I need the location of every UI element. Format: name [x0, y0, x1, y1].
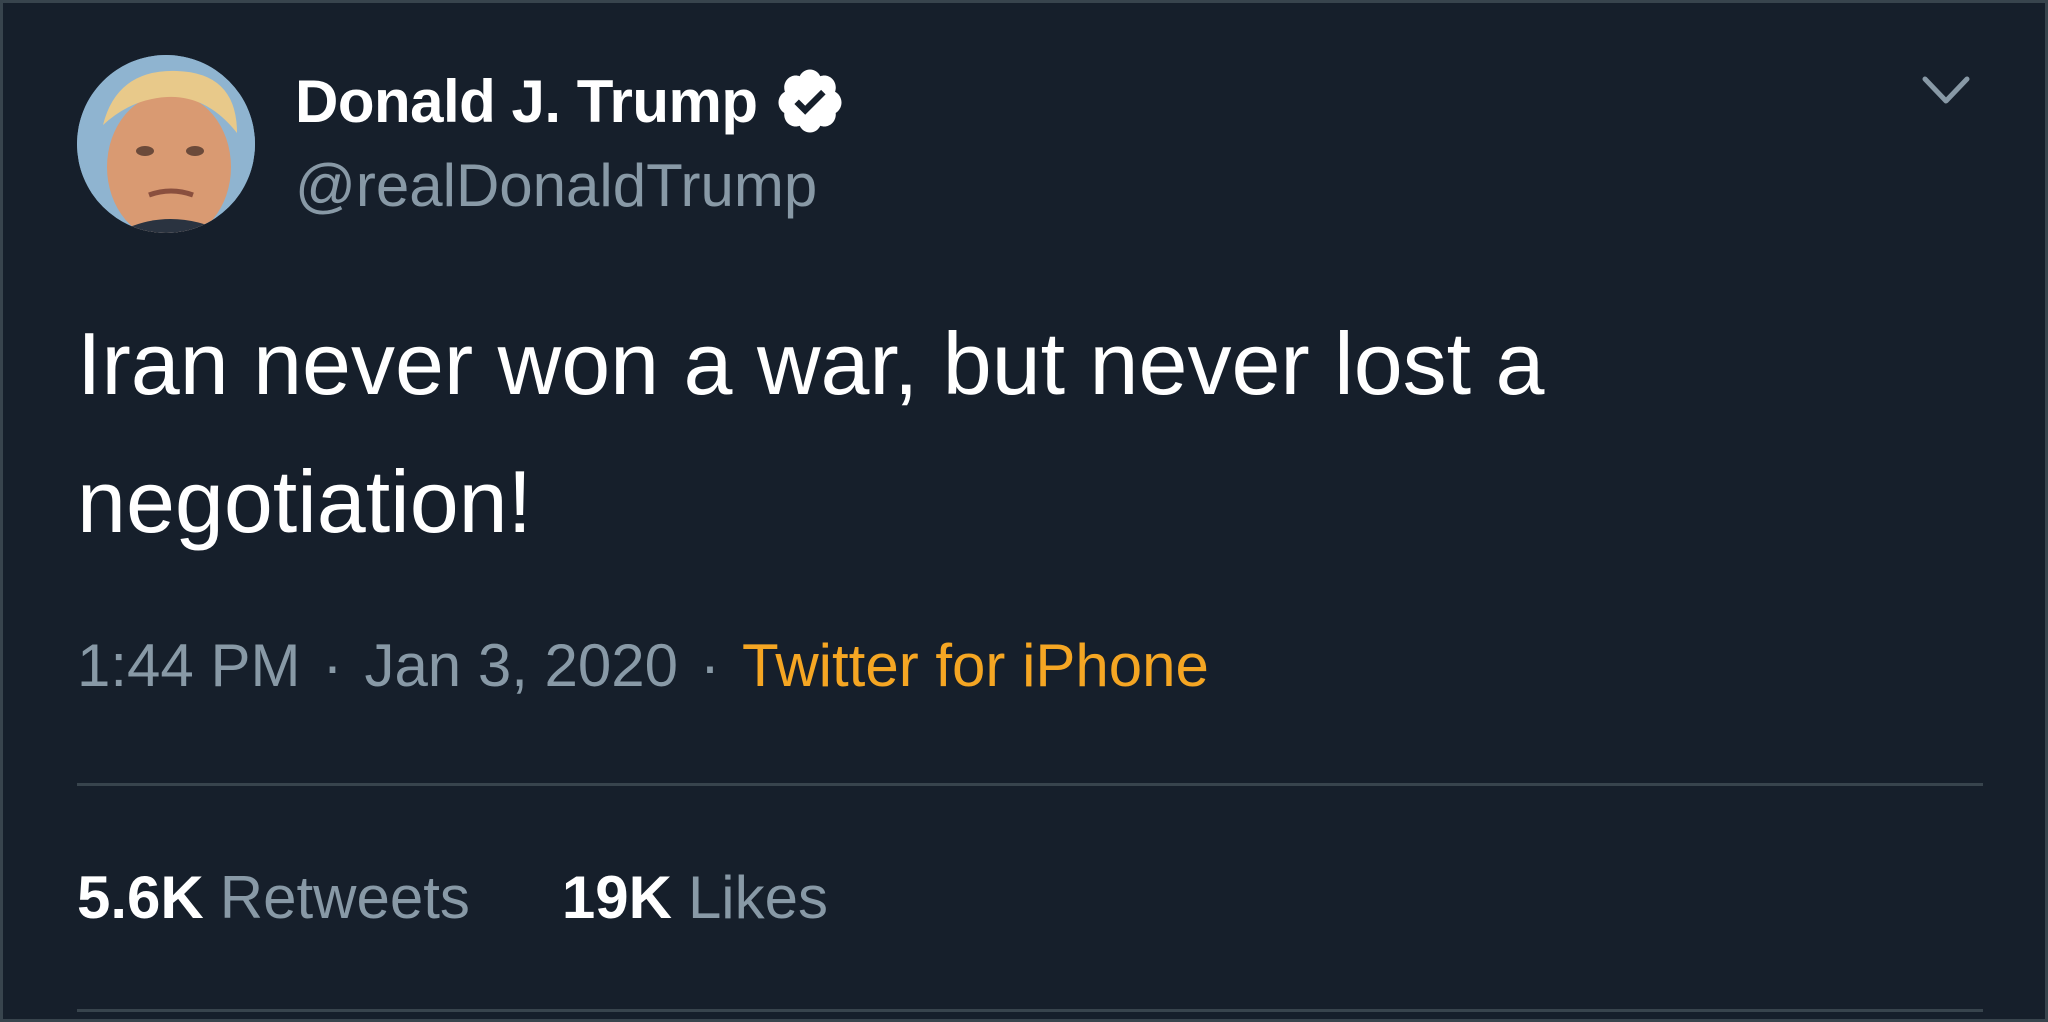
likes-count: 19K: [561, 864, 672, 931]
chevron-down-icon[interactable]: [1913, 63, 1979, 117]
tweet-text: Iran never won a war, but never lost a n…: [77, 314, 1545, 551]
tweet-card: Donald J. Trump @realDonaldTrump Iran ne…: [0, 0, 2048, 1022]
verified-badge-icon: [778, 69, 842, 133]
retweets-label: Retweets: [219, 864, 470, 931]
tweet-date[interactable]: Jan 3, 2020: [364, 631, 678, 700]
author-name-row: Donald J. Trump: [295, 61, 846, 141]
user-handle[interactable]: @realDonaldTrump: [295, 151, 817, 220]
tweet-time[interactable]: 1:44 PM: [77, 631, 300, 700]
likes-label: Likes: [687, 864, 829, 931]
divider: [77, 1009, 1983, 1012]
divider: [77, 783, 1983, 786]
retweets-count: 5.6K: [77, 864, 204, 931]
avatar-image: [77, 55, 255, 233]
retweets-stat[interactable]: 5.6K Retweets: [77, 863, 470, 932]
avatar[interactable]: [77, 55, 255, 233]
likes-stat[interactable]: 19K Likes: [562, 863, 828, 932]
display-name[interactable]: Donald J. Trump: [295, 67, 758, 136]
tweet-stats: 5.6K Retweets 19K Likes: [77, 863, 920, 932]
meta-separator: ·: [322, 632, 343, 699]
meta-separator: ·: [700, 632, 721, 699]
tweet-source[interactable]: Twitter for iPhone: [742, 631, 1209, 700]
tweet-meta: 1:44 PM · Jan 3, 2020 · Twitter for iPho…: [77, 631, 1209, 700]
